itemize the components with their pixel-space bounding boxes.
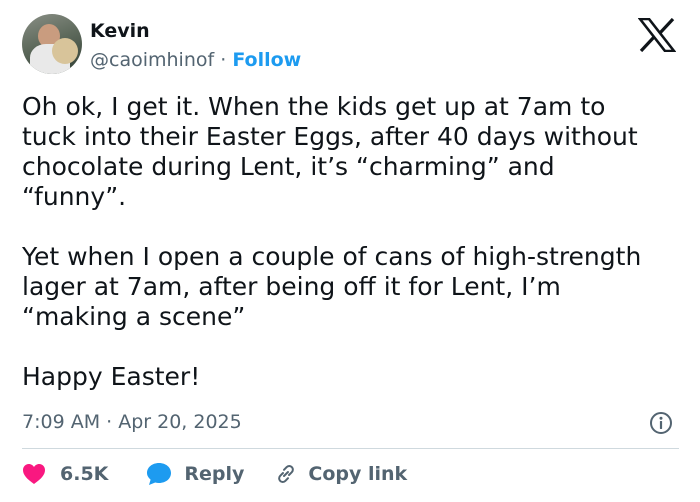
action-bar: 6.5K Reply Copy link xyxy=(22,459,407,489)
author-name[interactable]: Kevin xyxy=(90,20,150,42)
tweet-paragraph-1: Oh ok, I get it. When the kids get up at… xyxy=(22,92,638,211)
like-count: 6.5K xyxy=(60,463,109,485)
tweet-paragraph-3: Happy Easter! xyxy=(22,362,201,391)
reply-label: Reply xyxy=(184,463,245,485)
x-logo-icon[interactable] xyxy=(638,18,676,52)
link-icon xyxy=(278,465,295,483)
tweet-paragraph-2: Yet when I open a couple of cans of high… xyxy=(22,242,642,331)
heart-icon xyxy=(23,464,45,484)
handle-separator: · xyxy=(220,49,227,71)
follow-button[interactable]: Follow xyxy=(232,49,301,71)
author-handle[interactable]: @caoimhinof xyxy=(90,49,214,71)
info-icon[interactable] xyxy=(649,411,673,435)
tweet-timestamp[interactable]: 7:09 AM · Apr 20, 2025 xyxy=(22,411,242,433)
copy-link-button[interactable]: Copy link xyxy=(274,462,407,486)
author-handle-row: @caoimhinof · Follow xyxy=(90,49,301,71)
avatar[interactable] xyxy=(22,14,82,74)
reply-button[interactable]: Reply xyxy=(146,462,244,486)
like-button[interactable]: 6.5K xyxy=(22,463,108,485)
copy-link-label: Copy link xyxy=(308,463,408,485)
tweet-text: Oh ok, I get it. When the kids get up at… xyxy=(22,92,682,392)
speech-bubble-icon xyxy=(147,463,172,485)
divider xyxy=(22,448,679,449)
tweet-card: Kevin @caoimhinof · Follow Oh ok, I get … xyxy=(0,0,700,502)
